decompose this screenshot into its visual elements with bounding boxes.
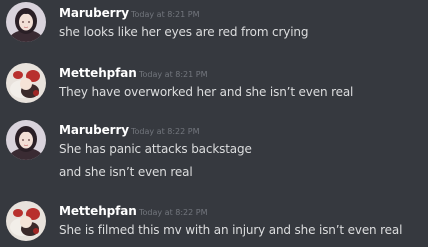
- message-timestamp: Today at 8:21 PM: [139, 70, 208, 79]
- chat-message: Mettehpfan Today at 8:22 PM She is filme…: [0, 194, 428, 247]
- avatar-mettehpfan[interactable]: [6, 63, 46, 103]
- message-text: She has panic attacks backstage: [59, 142, 252, 156]
- message-author[interactable]: Mettehpfan: [59, 204, 137, 218]
- message-text: They have overworked her and she isn’t e…: [59, 85, 354, 99]
- message-author[interactable]: Maruberry: [59, 123, 129, 137]
- message-text: She is filmed this mv with an injury and…: [59, 223, 403, 237]
- message-timestamp: Today at 8:21 PM: [131, 10, 200, 19]
- chat-message: Mettehpfan Today at 8:21 PM They have ov…: [0, 58, 428, 114]
- message-timestamp: Today at 8:22 PM: [131, 127, 200, 136]
- message-author[interactable]: Maruberry: [59, 6, 129, 20]
- message-text: and she isn’t even real: [59, 165, 193, 179]
- message-timestamp: Today at 8:22 PM: [139, 208, 208, 217]
- chat-message: Maruberry Today at 8:21 PM she looks lik…: [0, 0, 428, 58]
- chat-message: Maruberry Today at 8:22 PM She has panic…: [0, 114, 428, 194]
- avatar-maruberry[interactable]: [6, 120, 46, 160]
- avatar-mettehpfan[interactable]: [6, 201, 46, 241]
- message-author[interactable]: Mettehpfan: [59, 66, 137, 80]
- avatar-maruberry[interactable]: [6, 2, 46, 42]
- message-text: she looks like her eyes are red from cry…: [59, 25, 309, 39]
